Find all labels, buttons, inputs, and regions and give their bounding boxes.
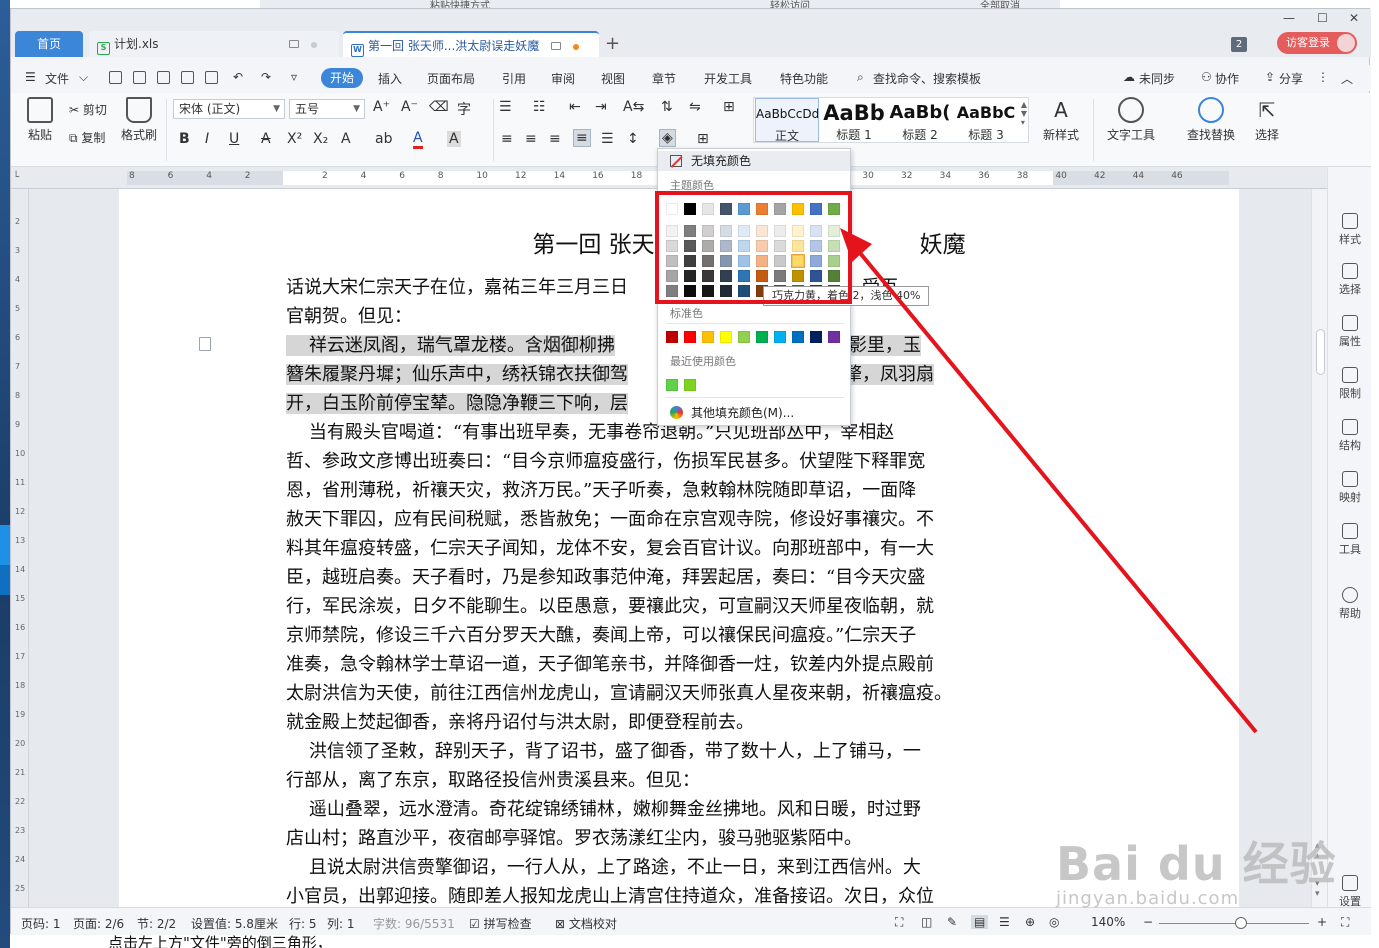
watermark-logo: Bai du 经验 — [1056, 837, 1337, 891]
baidu-jingyan-watermark: Bai du 经验 jingyan.baidu.com — [1056, 828, 1337, 909]
annotation-arrow — [840, 228, 1258, 734]
underlying-text-peek: 点击左上方"文件"旁的倒三角形， — [108, 934, 332, 948]
